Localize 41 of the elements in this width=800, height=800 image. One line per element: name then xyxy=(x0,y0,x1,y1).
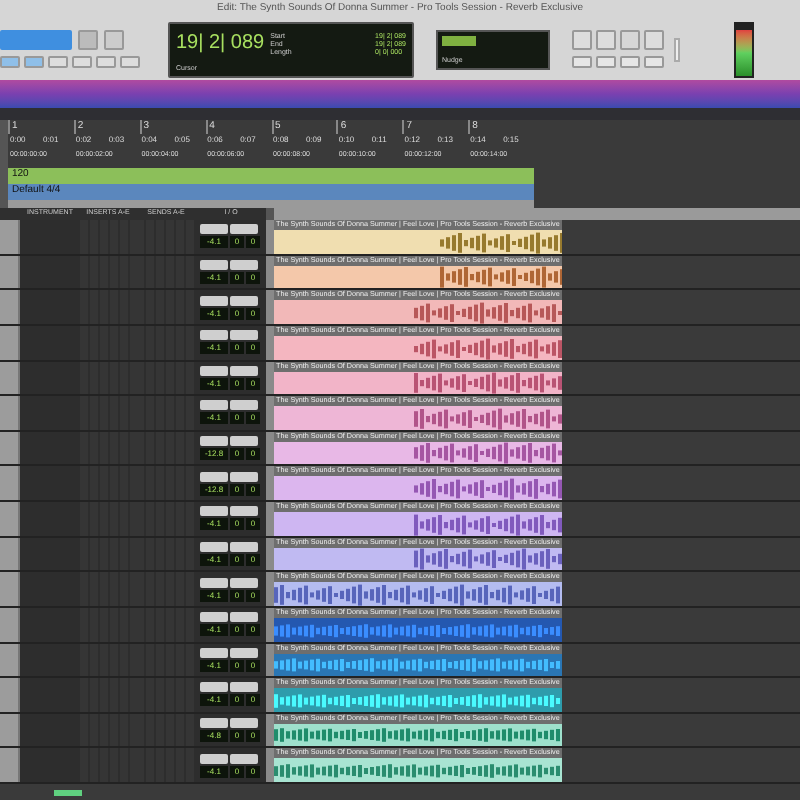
input-selector[interactable] xyxy=(200,682,228,693)
grid-value-field[interactable] xyxy=(442,35,476,45)
output-selector[interactable] xyxy=(230,506,258,517)
output-selector[interactable] xyxy=(230,612,258,623)
output-selector[interactable] xyxy=(230,330,258,341)
output-selector[interactable] xyxy=(230,224,258,235)
input-selector[interactable] xyxy=(200,718,228,729)
level-meter xyxy=(734,21,754,77)
output-selector[interactable] xyxy=(230,295,258,306)
input-selector[interactable] xyxy=(200,753,228,764)
input-selector[interactable] xyxy=(200,295,228,306)
main-counter: 19| 2| 089 xyxy=(176,30,265,58)
input-selector[interactable] xyxy=(200,259,228,270)
input-selector[interactable] xyxy=(200,577,228,588)
output-selector[interactable] xyxy=(230,753,258,764)
output-selector[interactable] xyxy=(230,365,258,376)
input-selector[interactable] xyxy=(200,647,228,658)
output-selector[interactable] xyxy=(230,259,258,270)
input-selector[interactable] xyxy=(200,400,228,411)
fader-handle[interactable] xyxy=(674,37,680,61)
stop-button[interactable] xyxy=(596,30,616,50)
online-button[interactable] xyxy=(572,30,592,50)
output-selector[interactable] xyxy=(230,436,258,447)
record-button[interactable] xyxy=(644,30,664,50)
output-selector[interactable] xyxy=(230,471,258,482)
input-selector[interactable] xyxy=(200,471,228,482)
output-selector[interactable] xyxy=(230,541,258,552)
output-selector[interactable] xyxy=(230,647,258,658)
input-selector[interactable] xyxy=(200,224,228,235)
output-selector[interactable] xyxy=(230,718,258,729)
output-selector[interactable] xyxy=(230,577,258,588)
input-selector[interactable] xyxy=(200,612,228,623)
scroll-thumb[interactable] xyxy=(54,789,82,795)
play-button[interactable] xyxy=(620,30,640,50)
output-selector[interactable] xyxy=(230,682,258,693)
input-selector[interactable] xyxy=(200,506,228,517)
input-selector[interactable] xyxy=(200,365,228,376)
input-selector[interactable] xyxy=(200,330,228,341)
input-selector[interactable] xyxy=(200,436,228,447)
output-selector[interactable] xyxy=(230,400,258,411)
input-selector[interactable] xyxy=(200,541,228,552)
